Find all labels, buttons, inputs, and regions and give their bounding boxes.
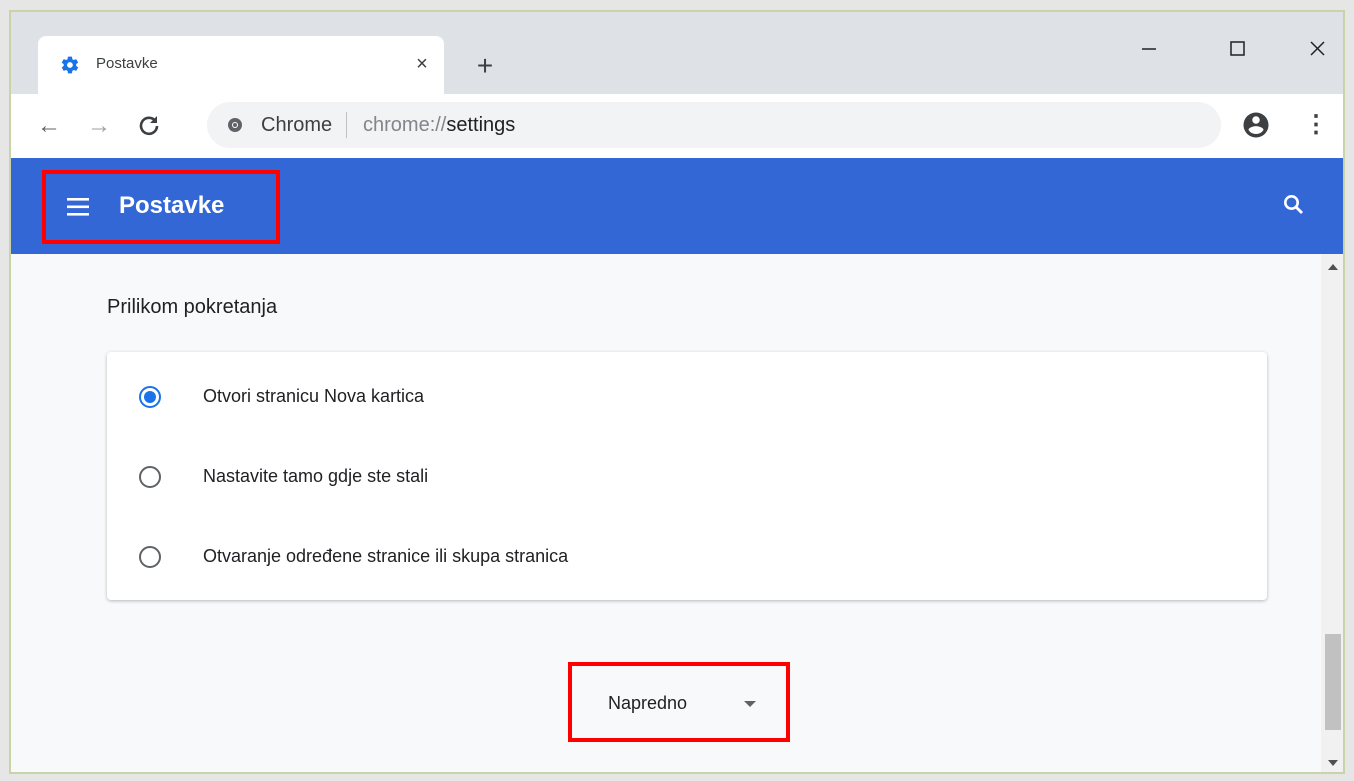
browser-window: Postavke × + ← → Chrome chrome://setting… — [9, 10, 1345, 774]
startup-option-new-tab[interactable]: Otvori stranicu Nova kartica — [107, 356, 1267, 436]
highlight-box-header — [42, 170, 280, 244]
tab-settings[interactable]: Postavke × — [38, 36, 444, 94]
omnibox-divider — [346, 112, 347, 138]
startup-option-continue[interactable]: Nastavite tamo gdje ste stali — [107, 436, 1267, 516]
search-settings-button[interactable] — [1279, 190, 1309, 220]
option-label: Otvaranje određene stranice ili skupa st… — [203, 546, 569, 566]
scroll-down-arrow-icon[interactable] — [1328, 760, 1338, 766]
option-label: Nastavite tamo gdje ste stali — [203, 466, 429, 486]
maximize-button[interactable] — [1217, 34, 1257, 64]
site-label: Chrome — [261, 114, 333, 136]
tab-title: Postavke — [96, 55, 158, 72]
chrome-icon — [228, 118, 242, 132]
reload-button[interactable] — [131, 108, 167, 144]
close-window-button[interactable] — [1297, 34, 1337, 64]
vertical-scrollbar[interactable] — [1321, 254, 1343, 772]
chrome-menu-button[interactable]: ⋮ — [1301, 110, 1331, 140]
minimize-button[interactable] — [1129, 34, 1169, 64]
close-tab-icon[interactable]: × — [410, 52, 434, 76]
radio-button[interactable] — [139, 466, 161, 488]
startup-option-specific-pages[interactable]: Otvaranje određene stranice ili skupa st… — [107, 516, 1267, 596]
close-icon — [1310, 41, 1325, 56]
screenshot-frame: Postavke × + ← → Chrome chrome://setting… — [0, 0, 1354, 781]
radio-button[interactable] — [139, 546, 161, 568]
scrollbar-thumb[interactable] — [1325, 634, 1341, 730]
reload-icon — [139, 116, 159, 136]
section-title: Prilikom pokretanja — [107, 296, 278, 318]
back-button[interactable]: ← — [31, 108, 67, 144]
url-path: settings — [446, 114, 516, 136]
search-icon — [1284, 195, 1303, 214]
url-prefix: chrome:// — [363, 114, 447, 136]
profile-button[interactable] — [1241, 110, 1271, 140]
url-text[interactable]: chrome://settings — [363, 114, 515, 137]
minimize-icon — [1142, 48, 1156, 50]
forward-button[interactable]: → — [81, 108, 117, 144]
radio-button[interactable] — [139, 386, 161, 408]
browser-toolbar: ← → Chrome chrome://settings ☆ — [11, 94, 1343, 158]
startup-options-card: Otvori stranicu Nova kartica Nastavite t… — [107, 352, 1267, 600]
account-circle-icon — [1243, 112, 1269, 138]
address-bar[interactable]: Chrome chrome://settings ☆ — [207, 102, 1221, 148]
maximize-icon — [1230, 41, 1245, 56]
new-tab-button[interactable]: + — [471, 52, 499, 80]
highlight-box-advanced — [568, 662, 790, 742]
gear-icon — [61, 56, 79, 74]
option-label: Otvori stranicu Nova kartica — [203, 386, 425, 406]
scroll-up-arrow-icon[interactable] — [1328, 264, 1338, 270]
tab-strip: Postavke × + — [11, 12, 1343, 94]
